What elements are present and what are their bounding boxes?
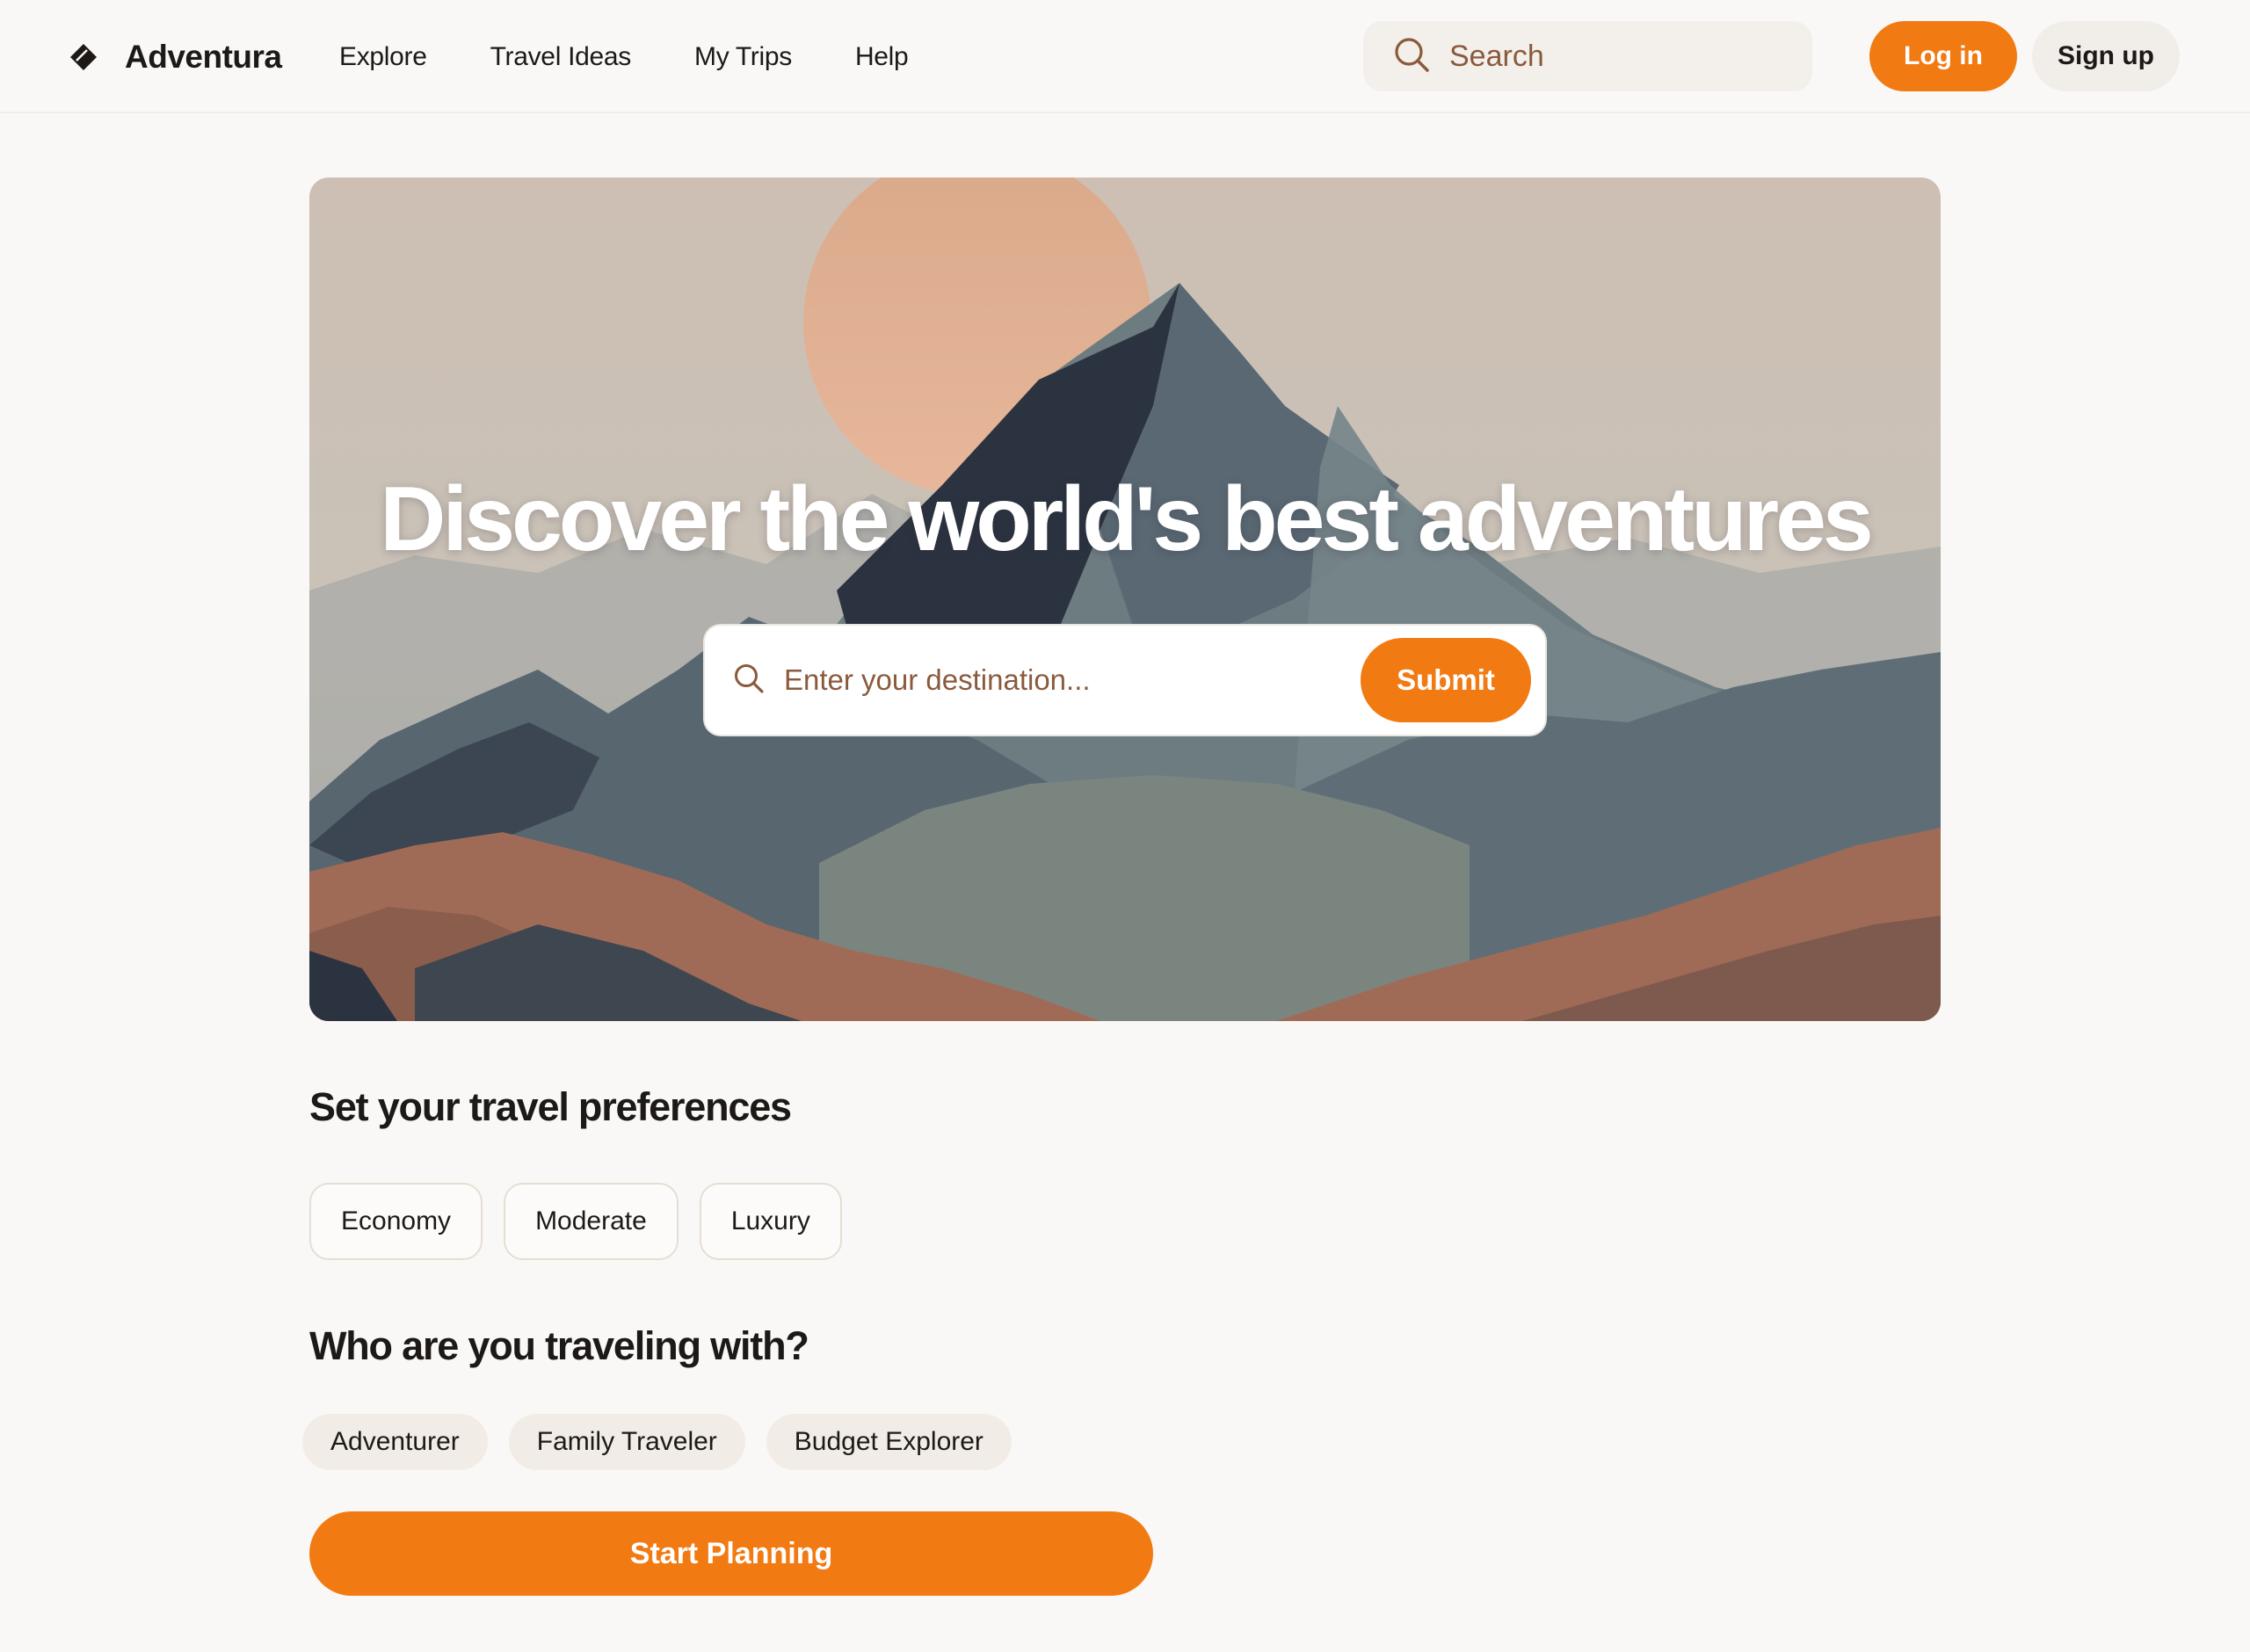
search-input[interactable] — [1449, 39, 1783, 74]
login-button[interactable]: Log in — [1869, 21, 2017, 91]
option-moderate[interactable]: Moderate — [504, 1183, 679, 1260]
companion-options: Adventurer Family Traveler Budget Explor… — [302, 1414, 1012, 1470]
destination-input[interactable] — [784, 663, 1311, 697]
destination-search[interactable]: Submit — [703, 624, 1547, 736]
start-planning-button[interactable]: Start Planning — [309, 1511, 1153, 1596]
chip-family-traveler[interactable]: Family Traveler — [508, 1414, 745, 1470]
hero-banner: Discover the world's best adventures Sub… — [309, 178, 1941, 1021]
option-economy[interactable]: Economy — [309, 1183, 483, 1260]
hero-title: Discover the world's best adventures — [380, 468, 1874, 570]
nav-my-trips[interactable]: My Trips — [694, 42, 792, 72]
main-nav: Explore Travel Ideas My Trips Help — [339, 35, 971, 79]
search-icon — [733, 663, 765, 699]
budget-options: Economy Moderate Luxury — [309, 1183, 842, 1260]
brand-logo-icon — [69, 42, 98, 72]
nav-help[interactable]: Help — [855, 42, 909, 72]
nav-travel-ideas[interactable]: Travel Ideas — [490, 42, 632, 72]
brand[interactable]: Adventura — [69, 35, 282, 79]
companions-title: Who are you traveling with? — [309, 1323, 809, 1368]
search-icon — [1393, 36, 1430, 77]
chip-adventurer[interactable]: Adventurer — [302, 1414, 488, 1470]
chip-budget-explorer[interactable]: Budget Explorer — [766, 1414, 1012, 1470]
preferences-title: Set your travel preferences — [309, 1084, 792, 1129]
mountain-illustration — [309, 178, 1941, 1021]
signup-button[interactable]: Sign up — [2032, 21, 2180, 91]
submit-button[interactable]: Submit — [1361, 638, 1531, 722]
brand-name: Adventura — [125, 39, 282, 75]
nav-explore[interactable]: Explore — [339, 42, 427, 72]
top-navbar: Adventura Explore Travel Ideas My Trips … — [0, 0, 2250, 113]
option-luxury[interactable]: Luxury — [699, 1183, 842, 1260]
header-search[interactable] — [1363, 21, 1812, 91]
